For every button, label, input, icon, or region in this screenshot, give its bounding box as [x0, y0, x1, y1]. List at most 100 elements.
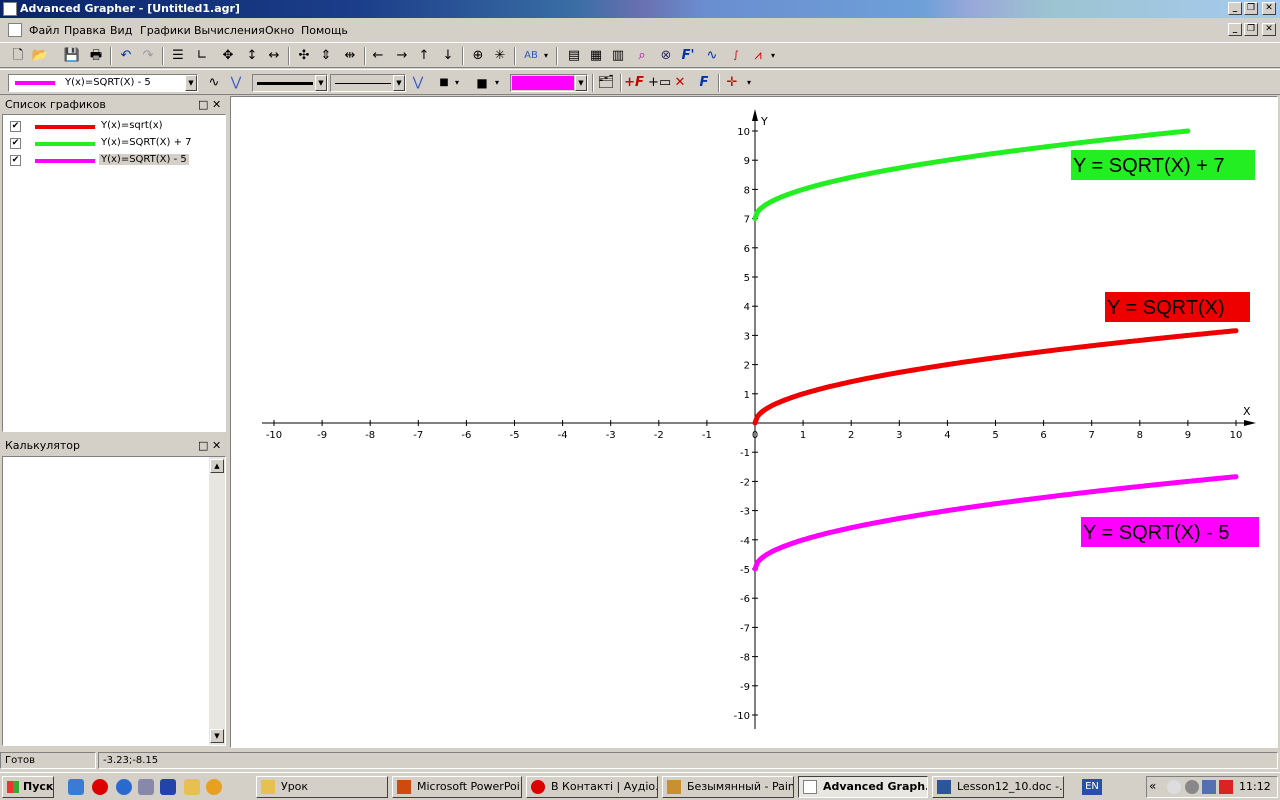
scroll-down-icon[interactable]: ▼: [210, 729, 224, 743]
menu-calculations[interactable]: Вычисления: [194, 24, 265, 37]
app-icon[interactable]: [3, 2, 17, 16]
axes-icon[interactable]: ∟: [192, 46, 212, 66]
open-folder-icon[interactable]: 📂: [30, 46, 50, 66]
function-icon[interactable]: F: [694, 73, 714, 93]
graph-list-icon[interactable]: ☰: [168, 46, 188, 66]
line-width-select[interactable]: ▼: [252, 74, 328, 92]
book-icon[interactable]: [160, 779, 176, 795]
chevron-down-icon[interactable]: ▾: [541, 46, 551, 66]
menu-help[interactable]: Помощь: [301, 24, 348, 37]
scroll-up-icon[interactable]: ↑: [414, 46, 434, 66]
print-icon[interactable]: 🖶: [86, 46, 106, 66]
opera-icon[interactable]: [92, 779, 108, 795]
taskbar-item[interactable]: В Контакті | Аудіо...: [526, 776, 658, 798]
calculator-icon[interactable]: ▦: [586, 46, 606, 66]
redo-icon[interactable]: ↷: [138, 46, 158, 66]
derivative-icon[interactable]: F': [678, 46, 698, 66]
properties-icon[interactable]: 🗂: [596, 73, 616, 93]
scrollbar[interactable]: ▲ ▼: [209, 457, 225, 745]
ie-icon[interactable]: [68, 779, 84, 795]
chevron-down-icon[interactable]: ▾: [744, 73, 754, 93]
chevron-down-icon[interactable]: ▾: [768, 46, 778, 66]
intersection-icon[interactable]: ⊗: [656, 46, 676, 66]
graph-select[interactable]: Y(x)=SQRT(X) - 5 ▼: [8, 74, 198, 92]
center-icon[interactable]: ⊕: [468, 46, 488, 66]
menu-file[interactable]: Файл: [29, 24, 59, 37]
maximize-icon[interactable]: ❐: [1244, 2, 1258, 15]
menu-window[interactable]: Окно: [265, 24, 294, 37]
tray-icon[interactable]: [1185, 780, 1199, 794]
save-icon[interactable]: 💾: [62, 46, 82, 66]
chevron-down-icon[interactable]: ▾: [492, 73, 502, 93]
point-style-icon[interactable]: ■: [434, 73, 454, 93]
tray-icon[interactable]: [1202, 780, 1216, 794]
close-panel-icon[interactable]: ✕: [212, 97, 221, 113]
delete-icon[interactable]: ✕: [670, 73, 690, 93]
chevron-down-icon[interactable]: ▼: [185, 75, 197, 91]
values-table-icon[interactable]: ▥: [608, 46, 628, 66]
zoom-horizontal-icon[interactable]: ⇹: [340, 46, 360, 66]
media-player-icon[interactable]: [206, 779, 222, 795]
language-indicator[interactable]: EN: [1082, 779, 1102, 795]
scroll-down-icon[interactable]: ↓: [438, 46, 458, 66]
chevron-down-icon[interactable]: ▼: [315, 75, 327, 91]
color-select[interactable]: ▼: [510, 74, 588, 92]
antivirus-icon[interactable]: [1219, 780, 1233, 794]
menu-graphs[interactable]: Графики: [140, 24, 191, 37]
doc-close-icon[interactable]: ✕: [1262, 23, 1276, 36]
document-icon[interactable]: [8, 23, 22, 37]
zoom-vertical-icon[interactable]: ⇕: [316, 46, 336, 66]
taskbar-item[interactable]: Безымянный - Paint: [662, 776, 794, 798]
add-graph-icon[interactable]: +F: [624, 73, 644, 93]
scroll-up-icon[interactable]: ▲: [210, 459, 224, 473]
grid-icon[interactable]: ✳: [490, 46, 510, 66]
chevron-down-icon[interactable]: ▼: [575, 75, 587, 91]
float-panel-icon[interactable]: □: [198, 438, 208, 454]
zoom-out-icon[interactable]: ✣: [294, 46, 314, 66]
fill-style-icon[interactable]: ■: [472, 73, 492, 93]
tray-icon[interactable]: [1167, 780, 1181, 794]
tangent-icon[interactable]: ∿: [702, 46, 722, 66]
line-style-icon[interactable]: ⋁: [226, 73, 246, 93]
smooth-line-icon[interactable]: ∿: [204, 73, 224, 93]
close-panel-icon[interactable]: ✕: [212, 438, 221, 454]
doc-minimize-icon[interactable]: _: [1228, 23, 1242, 36]
chevron-down-icon[interactable]: ▼: [393, 75, 405, 91]
start-button[interactable]: Пуск: [2, 776, 54, 798]
menu-view[interactable]: Вид: [110, 24, 132, 37]
close-icon[interactable]: ✕: [1262, 2, 1276, 15]
move-all-icon[interactable]: ✥: [218, 46, 238, 66]
browser-icon[interactable]: [116, 779, 132, 795]
checkbox[interactable]: ✔: [10, 121, 21, 132]
text-label-icon[interactable]: AB: [520, 46, 542, 66]
marker-icon[interactable]: ⋁: [408, 73, 428, 93]
doc-restore-icon[interactable]: ❐: [1244, 23, 1258, 36]
checkbox[interactable]: ✔: [10, 138, 21, 149]
graph-list-item[interactable]: ✔ Y(x)=SQRT(X) + 7: [7, 136, 207, 152]
taskbar-item[interactable]: Урок: [256, 776, 388, 798]
network-icon[interactable]: [138, 779, 154, 795]
scroll-left-icon[interactable]: ←: [368, 46, 388, 66]
point-add-icon[interactable]: ✛: [722, 73, 742, 93]
menu-edit[interactable]: Правка: [64, 24, 106, 37]
minimize-icon[interactable]: _: [1228, 2, 1242, 15]
chevron-left-icon[interactable]: «: [1149, 779, 1156, 793]
regression-icon[interactable]: ⩘: [748, 46, 768, 66]
move-vertical-icon[interactable]: ↕: [242, 46, 262, 66]
new-file-icon[interactable]: 🗋: [8, 46, 28, 66]
taskbar-item[interactable]: Lesson12_10.doc -...: [932, 776, 1064, 798]
graph-list-item[interactable]: ✔ Y(x)=SQRT(X) - 5: [7, 153, 207, 169]
add-window-icon[interactable]: +▭: [648, 73, 671, 93]
move-horizontal-icon[interactable]: ↔: [264, 46, 284, 66]
graph-list-item[interactable]: ✔ Y(x)=sqrt(x): [7, 119, 207, 135]
integral-icon[interactable]: ∫: [726, 46, 746, 66]
float-panel-icon[interactable]: □: [198, 97, 208, 113]
graph-canvas[interactable]: X Y -10 -9 -8 -7 -6 -5 -4 -3 -2 -1 0 1 2 3 4 5 6 7 8 9 10 -10 -9…: [230, 96, 1278, 748]
analysis-icon[interactable]: ⌕: [632, 46, 652, 66]
chevron-down-icon[interactable]: ▾: [452, 73, 462, 93]
plot-svg[interactable]: XY-10 -9 -8 -7 -6 -5 -4 -3 -2 -1 0 1 2 3 4 5 6 7 8 9 10-10-9…: [231, 97, 1277, 747]
undo-icon[interactable]: ↶: [116, 46, 136, 66]
line-style-select[interactable]: ▼: [330, 74, 406, 92]
folder-icon[interactable]: [184, 779, 200, 795]
table-icon[interactable]: ▤: [564, 46, 584, 66]
